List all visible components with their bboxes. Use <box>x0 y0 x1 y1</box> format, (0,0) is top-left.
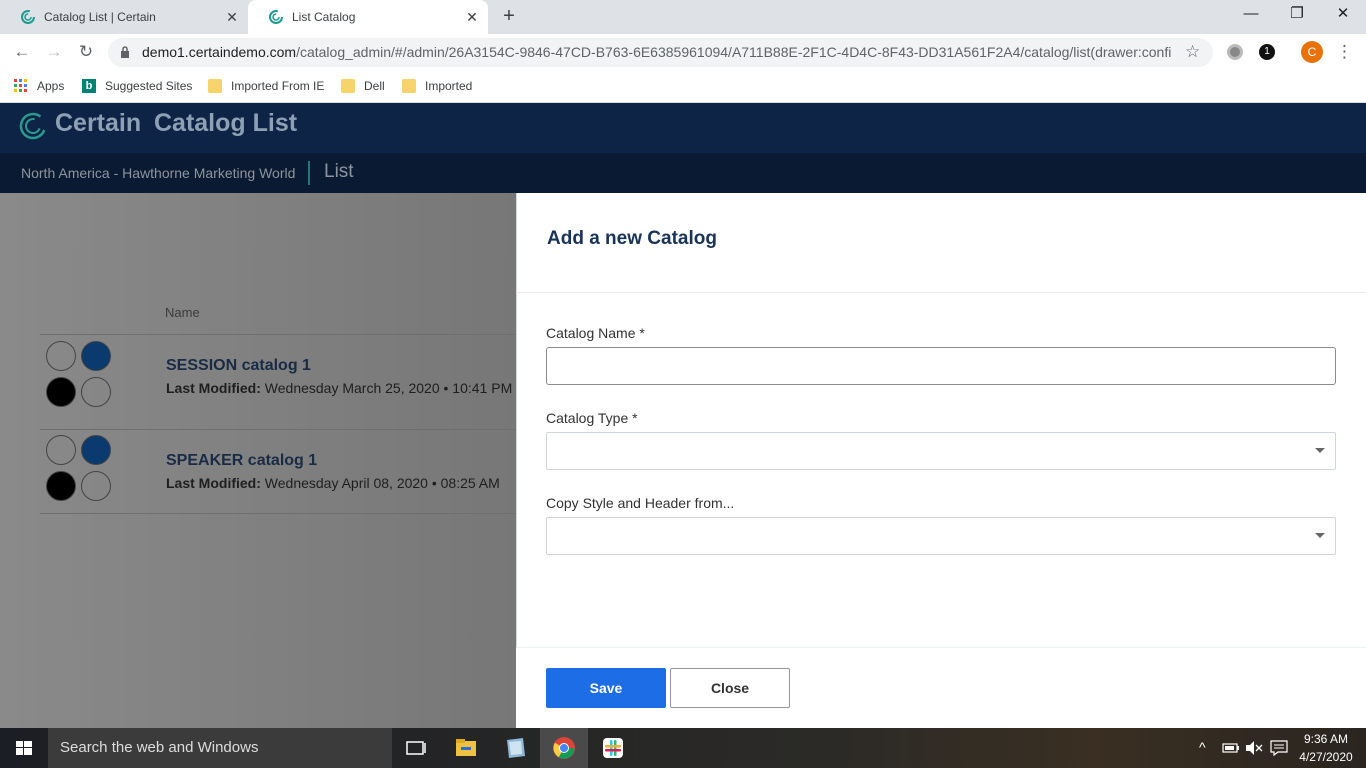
modified-label: Last Modified: <box>166 380 261 396</box>
taskbar-search-placeholder: Search the web and Windows <box>60 739 259 756</box>
copy-style-label: Copy Style and Header from... <box>546 495 735 511</box>
divider <box>40 513 516 514</box>
tab-title: List Catalog <box>292 10 356 24</box>
tray-chevron-icon[interactable]: ^ <box>1199 739 1206 755</box>
catalog-modified: Last Modified: Wednesday March 25, 2020 … <box>166 380 512 396</box>
column-header-name[interactable]: Name <box>165 305 200 320</box>
password-manager-icon[interactable]: 1 <box>1259 44 1275 60</box>
reload-icon[interactable]: ↻ <box>74 41 98 65</box>
profile-avatar[interactable]: C <box>1301 41 1323 63</box>
certain-favicon-icon <box>21 10 35 24</box>
slack-icon[interactable] <box>601 736 625 760</box>
minimize-button[interactable]: — <box>1228 0 1274 30</box>
thumb-dot <box>81 471 111 501</box>
task-view-icon[interactable] <box>404 736 428 760</box>
catalog-type-label: Catalog Type * <box>546 410 638 426</box>
url-path: /catalog_admin/#/admin/26A3154C-9846-47C… <box>296 44 1172 60</box>
thumb-dot <box>46 341 76 371</box>
windows-start-icon[interactable] <box>0 728 48 768</box>
catalog-name-link[interactable]: SPEAKER catalog 1 <box>166 452 317 470</box>
chrome-icon[interactable] <box>552 736 576 760</box>
brand-name: Certain <box>55 109 142 137</box>
page-title: Catalog List <box>154 109 298 137</box>
bookmark-imported[interactable]: Imported <box>402 76 472 96</box>
clock-time: 9:36 AM <box>1303 732 1349 746</box>
bookmark-label: Suggested Sites <box>105 79 193 93</box>
certain-favicon-icon <box>269 10 283 24</box>
bookmark-imported-from-ie[interactable]: Imported From IE <box>208 76 324 96</box>
clock-date: 4/27/2020 <box>1299 750 1353 764</box>
folder-icon <box>341 79 355 93</box>
bing-icon: b <box>82 79 96 93</box>
browser-tab-catalog-list[interactable]: Catalog List | Certain ✕ <box>0 0 248 34</box>
modified-label: Last Modified: <box>166 475 261 491</box>
url-text[interactable]: demo1.certaindemo.com/catalog_admin/#/ad… <box>142 44 1172 60</box>
folder-icon <box>208 79 222 93</box>
chrome-menu-icon[interactable]: ⋮ <box>1336 42 1353 62</box>
new-tab-button[interactable]: + <box>498 5 520 27</box>
close-button[interactable]: Close <box>670 668 790 708</box>
volume-muted-icon[interactable] <box>1245 740 1263 756</box>
extension-icon[interactable] <box>1227 44 1243 60</box>
certain-logo-icon <box>19 112 47 140</box>
bookmark-suggested-sites[interactable]: b Suggested Sites <box>82 76 192 96</box>
modified-value: Wednesday April 08, 2020 • 08:25 AM <box>264 475 500 491</box>
thumb-dot <box>81 341 111 371</box>
browser-tab-list-catalog[interactable]: List Catalog ✕ <box>248 0 488 34</box>
thumb-dot <box>46 471 76 501</box>
taskbar-clock[interactable]: 9:36 AM 4/27/2020 <box>1294 730 1358 766</box>
bookmark-star-icon[interactable]: ☆ <box>1185 42 1200 62</box>
copy-style-select[interactable] <box>546 517 1336 555</box>
thumb-dot <box>46 377 76 407</box>
breadcrumb: List <box>324 161 354 182</box>
notifications-icon[interactable] <box>1270 740 1288 756</box>
bookmark-label: Dell <box>364 79 385 93</box>
caret-down-icon <box>1315 448 1325 453</box>
forward-icon[interactable]: → <box>42 41 66 65</box>
close-window-button[interactable]: ✕ <box>1320 0 1366 30</box>
close-tab-icon[interactable]: ✕ <box>464 9 480 25</box>
bookmarks-bar <box>0 71 1366 103</box>
url-host: demo1.certaindemo.com <box>142 44 297 60</box>
lock-icon <box>121 46 129 58</box>
bookmark-label: Imported From IE <box>231 79 325 93</box>
bookmark-label: Apps <box>37 79 65 93</box>
battery-icon[interactable] <box>1222 741 1240 755</box>
app-shortcut-icon[interactable] <box>503 736 527 760</box>
save-button[interactable]: Save <box>546 668 666 708</box>
restore-button[interactable]: ❐ <box>1274 0 1320 30</box>
divider <box>516 292 1366 293</box>
divider <box>40 334 516 335</box>
apps-grid-icon <box>14 79 27 92</box>
caret-down-icon <box>1315 533 1325 538</box>
modified-value: Wednesday March 25, 2020 • 10:41 PM <box>264 380 513 396</box>
drawer-title: Add a new Catalog <box>547 228 717 249</box>
thumb-dot <box>81 377 111 407</box>
thumb-dot <box>46 435 76 465</box>
event-name[interactable]: North America - Hawthorne Marketing Worl… <box>21 165 295 181</box>
close-tab-icon[interactable]: ✕ <box>224 9 240 25</box>
catalog-name-input[interactable] <box>546 347 1336 385</box>
catalog-name-label: Catalog Name * <box>546 325 645 341</box>
bookmark-label: Imported <box>425 79 473 93</box>
divider <box>40 429 516 430</box>
folder-icon <box>402 79 416 93</box>
bookmark-apps[interactable]: Apps <box>14 76 64 96</box>
back-icon[interactable]: ← <box>10 41 34 65</box>
catalog-modified: Last Modified: Wednesday April 08, 2020 … <box>166 475 500 491</box>
file-explorer-icon[interactable] <box>454 736 478 760</box>
catalog-type-select[interactable] <box>546 432 1336 470</box>
thumb-dot <box>81 435 111 465</box>
breadcrumb-divider <box>308 161 310 185</box>
bookmark-dell[interactable]: Dell <box>341 76 385 96</box>
catalog-name-link[interactable]: SESSION catalog 1 <box>166 357 311 375</box>
tab-title: Catalog List | Certain <box>44 10 156 24</box>
